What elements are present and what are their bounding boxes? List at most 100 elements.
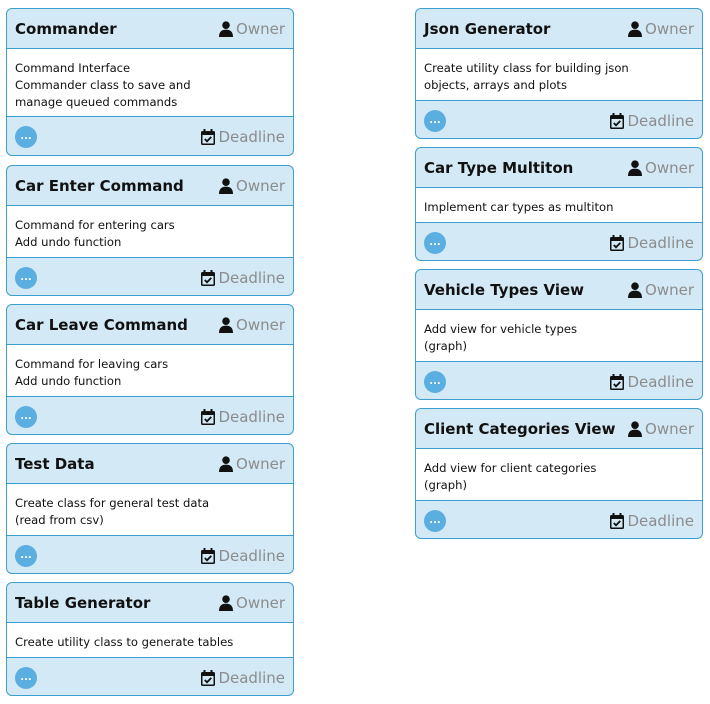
description-line: objects, arrays and plots [424,78,568,92]
more-options-button[interactable]: ... [15,666,37,689]
task-card[interactable]: Car Type Multiton Owner Implement car ty… [415,147,703,261]
user-icon [219,455,234,472]
user-icon [219,316,234,333]
calendar-check-icon [201,269,216,286]
owner-field[interactable]: Owner [628,20,694,38]
deadline-field[interactable]: Deadline [610,512,694,530]
card-title: Car Enter Command [15,176,184,195]
user-icon [628,420,643,437]
description-line: Implement car types as multiton [424,200,614,214]
card-title: Car Type Multiton [424,158,574,177]
user-icon [219,177,234,194]
deadline-label: Deadline [218,127,285,146]
more-options-button[interactable]: ... [15,405,37,428]
description-line: Commander class to save and [15,78,191,92]
task-card[interactable]: Car Enter Command Owner Command for ente… [6,165,294,296]
owner-field[interactable]: Owner [219,316,285,334]
task-column-right: Json Generator Owner Create utility clas… [415,8,703,539]
description-line: Add view for vehicle types [424,322,578,336]
calendar-check-icon [201,547,216,564]
user-icon [219,20,234,37]
card-description: Add view for client categories (graph) [416,449,702,500]
description-line: Add view for client categories [424,461,597,475]
owner-field[interactable]: Owner [219,455,285,473]
more-options-button[interactable]: ... [15,544,37,567]
description-line: (graph) [424,478,467,492]
card-title: Car Leave Command [15,315,188,334]
card-title: Vehicle Types View [424,280,585,299]
calendar-check-icon [201,408,216,425]
deadline-field[interactable]: Deadline [201,547,285,565]
more-options-button[interactable]: ... [424,370,446,393]
owner-field[interactable]: Owner [628,420,694,438]
deadline-field[interactable]: Deadline [610,234,694,252]
calendar-check-icon [610,234,625,251]
card-footer: ... Deadline [7,396,293,434]
more-options-button[interactable]: ... [424,109,446,132]
card-footer: ... Deadline [7,657,293,695]
description-line: Add undo function [15,235,122,249]
calendar-check-icon [610,512,625,529]
owner-field[interactable]: Owner [219,594,285,612]
card-description: Create class for general test data (read… [7,484,293,535]
deadline-field[interactable]: Deadline [201,128,285,146]
owner-label: Owner [645,158,694,177]
card-title: Table Generator [15,593,151,612]
deadline-field[interactable]: Deadline [201,669,285,687]
card-footer: ... Deadline [416,222,702,260]
card-footer: ... Deadline [7,257,293,295]
task-card[interactable]: Car Leave Command Owner Command for leav… [6,304,294,435]
more-options-button[interactable]: ... [15,125,37,148]
deadline-field[interactable]: Deadline [201,408,285,426]
more-options-button[interactable]: ... [424,231,446,254]
card-description: Create utility class for building json o… [416,49,702,100]
task-card[interactable]: Json Generator Owner Create utility clas… [415,8,703,139]
more-options-button[interactable]: ... [424,509,446,532]
card-header: Test Data Owner [7,444,293,484]
owner-label: Owner [236,315,285,334]
card-footer: ... Deadline [7,535,293,573]
description-line: (read from csv) [15,513,104,527]
deadline-field[interactable]: Deadline [610,112,694,130]
card-header: Vehicle Types View Owner [416,270,702,310]
card-header: Json Generator Owner [416,9,702,49]
task-card[interactable]: Client Categories View Owner Add view fo… [415,408,703,539]
card-description: Implement car types as multiton [416,188,702,222]
task-card[interactable]: Commander Owner Command Interface Comman… [6,8,294,156]
owner-field[interactable]: Owner [628,159,694,177]
card-title: Test Data [15,454,95,473]
card-footer: ... Deadline [416,500,702,538]
deadline-field[interactable]: Deadline [201,269,285,287]
deadline-label: Deadline [218,668,285,687]
owner-label: Owner [236,19,285,38]
card-header: Client Categories View Owner [416,409,702,449]
description-line: Command for leaving cars [15,357,169,371]
user-icon [628,159,643,176]
owner-field[interactable]: Owner [219,20,285,38]
task-card[interactable]: Test Data Owner Create class for general… [6,443,294,574]
description-line: Command for entering cars [15,218,175,232]
deadline-label: Deadline [218,268,285,287]
task-card[interactable]: Vehicle Types View Owner Add view for ve… [415,269,703,400]
task-column-left: Commander Owner Command Interface Comman… [6,8,294,696]
description-line: Create class for general test data [15,496,210,510]
user-icon [219,594,234,611]
card-header: Car Type Multiton Owner [416,148,702,188]
owner-field[interactable]: Owner [219,177,285,195]
owner-label: Owner [645,419,694,438]
card-header: Car Leave Command Owner [7,305,293,345]
description-line: manage queued commands [15,95,178,109]
card-description: Command for leaving cars Add undo functi… [7,345,293,396]
more-options-button[interactable]: ... [15,266,37,289]
calendar-check-icon [201,128,216,145]
owner-field[interactable]: Owner [628,281,694,299]
deadline-label: Deadline [218,407,285,426]
card-description: Command for entering cars Add undo funct… [7,206,293,257]
card-title: Client Categories View [424,419,616,438]
card-description: Create utility class to generate tables [7,623,293,657]
description-line: Create utility class to generate tables [15,635,234,649]
deadline-field[interactable]: Deadline [610,373,694,391]
task-card[interactable]: Table Generator Owner Create utility cla… [6,582,294,696]
calendar-check-icon [610,112,625,129]
owner-label: Owner [236,593,285,612]
